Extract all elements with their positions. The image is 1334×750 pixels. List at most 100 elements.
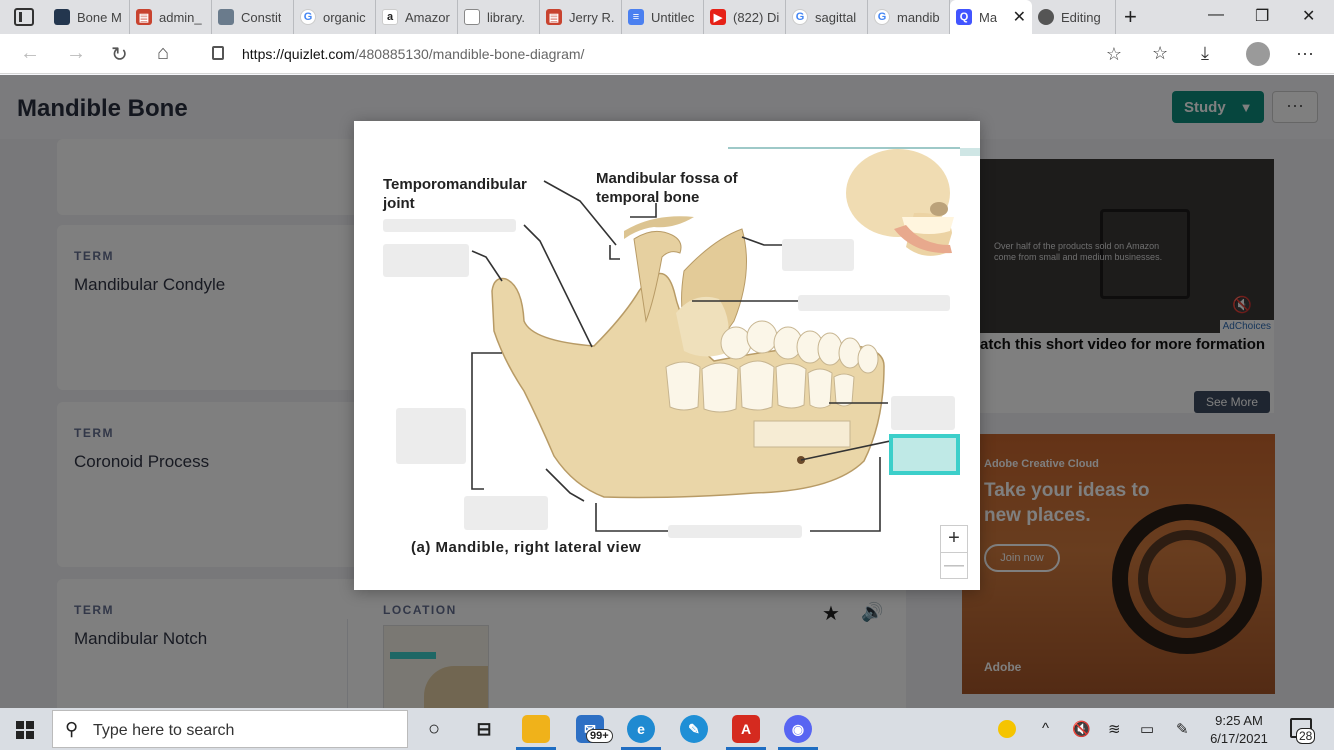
tab-title: Ma <box>979 9 998 25</box>
close-tab-icon[interactable]: ✕ <box>1005 7 1026 27</box>
blank-label[interactable] <box>782 239 854 271</box>
label-mandibular-fossa: Mandibular fossa of temporal bone <box>596 170 738 206</box>
diagram-modal: Temporomandibular joint Mandibular fossa… <box>354 121 980 590</box>
edge-icon[interactable]: e <box>627 715 655 743</box>
cortana-icon[interactable]: ○ <box>420 715 448 743</box>
tab[interactable]: Editing <box>1032 0 1116 34</box>
notification-count: 28 <box>1296 728 1316 744</box>
editing-favicon-icon <box>1038 9 1054 25</box>
tab-active[interactable]: Q Ma ✕ <box>950 0 1032 34</box>
downloads-icon[interactable]: ⤓ <box>1201 43 1209 64</box>
tab[interactable]: Constit <box>212 0 294 34</box>
tab[interactable]: library. <box>458 0 540 34</box>
youtube-favicon-icon: ▶ <box>710 9 726 25</box>
taskbar-search[interactable]: ⚲ Type here to search <box>52 710 408 748</box>
chevron-up-icon[interactable]: ^ <box>1042 720 1049 737</box>
window-close-icon[interactable]: ✕ <box>1302 6 1315 26</box>
acrobat-icon[interactable]: A <box>732 715 760 743</box>
add-favorite-icon[interactable]: ☆ <box>1106 44 1122 65</box>
tab-actions-menu-icon[interactable] <box>14 8 34 26</box>
tab[interactable]: G sagittal <box>786 0 868 34</box>
profile-avatar[interactable] <box>1246 42 1270 66</box>
blank-label[interactable] <box>891 396 955 430</box>
blank-label[interactable] <box>668 525 802 538</box>
label-temporomandibular-joint: Temporomandibular joint <box>383 176 527 212</box>
diagram-caption: (a) Mandible, right lateral view <box>411 539 642 556</box>
forward-icon[interactable]: → <box>66 42 86 65</box>
google-favicon-icon: G <box>874 9 890 25</box>
pen-app-icon[interactable]: ✎ <box>680 715 708 743</box>
battery-icon[interactable]: ▭ <box>1140 720 1154 738</box>
url-text[interactable]: https://quizlet.com/480885130/mandible-b… <box>242 46 584 62</box>
blank-label[interactable] <box>798 295 950 311</box>
tab-title: mandib <box>897 9 940 25</box>
discord-icon[interactable]: ◉ <box>784 715 812 743</box>
google-favicon-icon: G <box>792 9 808 25</box>
tab-title: library. <box>487 9 526 25</box>
mail-badge: 99+ <box>586 729 613 743</box>
clock-time: 9:25 AM <box>1215 713 1263 728</box>
back-icon[interactable]: ← <box>20 42 40 65</box>
blank-label[interactable] <box>383 244 469 277</box>
tab[interactable]: Bone M <box>48 0 130 34</box>
new-tab-icon[interactable]: + <box>1124 4 1137 30</box>
google-favicon-icon: G <box>300 9 316 25</box>
zoom-control: + — <box>940 525 968 579</box>
tab[interactable]: a Amazor <box>376 0 458 34</box>
file-explorer-icon[interactable] <box>522 715 550 743</box>
bone-favicon-icon <box>54 9 70 25</box>
volume-muted-icon[interactable]: 🔇 <box>1072 720 1091 738</box>
tab-title: Untitlec <box>651 9 695 25</box>
url-path: /480885130/mandible-bone-diagram/ <box>354 46 585 62</box>
taskbar: ⚲ Type here to search ○ ⊟ ✉ 99+ e ✎ A ◉ … <box>0 708 1334 750</box>
clock[interactable]: 9:25 AM 6/17/2021 <box>1206 712 1272 748</box>
quizlet-favicon-icon: Q <box>956 9 972 25</box>
tab[interactable]: ▤ Jerry R. <box>540 0 622 34</box>
tab[interactable]: G organic <box>294 0 376 34</box>
settings-more-icon[interactable]: ··· <box>1296 43 1314 64</box>
clock-date: 6/17/2021 <box>1210 731 1268 746</box>
url-host: https://quizlet.com <box>242 46 355 62</box>
tab-title: Constit <box>241 9 282 25</box>
tab[interactable]: G mandib <box>868 0 950 34</box>
tab-list: Bone M ▤ admin_ Constit G organic a Amaz… <box>48 0 1116 34</box>
minimize-icon[interactable]: — <box>1208 6 1224 24</box>
docs-favicon-icon: ≡ <box>628 9 644 25</box>
home-icon[interactable]: ⌂ <box>157 42 169 65</box>
tooth-roots <box>753 420 851 448</box>
windows-start-icon[interactable] <box>16 721 34 739</box>
tab-strip: Bone M ▤ admin_ Constit G organic a Amaz… <box>0 0 1334 34</box>
blank-label[interactable] <box>464 496 548 530</box>
blank-label[interactable] <box>383 219 516 232</box>
refresh-icon[interactable]: ↻ <box>111 42 128 67</box>
restore-icon[interactable]: ❐ <box>1255 6 1269 26</box>
tab[interactable]: ▶ (822) Di <box>704 0 786 34</box>
blank-label[interactable] <box>396 408 466 464</box>
document-favicon-icon <box>464 9 480 25</box>
task-view-icon[interactable]: ⊟ <box>470 715 498 743</box>
skull-inset-icon <box>846 149 954 256</box>
constitution-favicon-icon <box>218 9 234 25</box>
weather-icon[interactable] <box>998 720 1016 738</box>
tab-title: organic <box>323 9 366 25</box>
pdf-favicon-icon: ▤ <box>546 9 562 25</box>
blank-label-active[interactable] <box>889 434 960 475</box>
tab[interactable]: ▤ admin_ <box>130 0 212 34</box>
pdf-favicon-icon: ▤ <box>136 9 152 25</box>
tab-title: Amazor <box>405 9 450 25</box>
tab-title: Jerry R. <box>569 9 615 25</box>
search-icon: ⚲ <box>65 719 79 739</box>
tab-title: sagittal <box>815 9 857 25</box>
tab-title: (822) Di <box>733 9 779 25</box>
favorites-icon[interactable]: ☆ <box>1152 43 1168 64</box>
lock-icon[interactable] <box>212 46 224 60</box>
tab-title: admin_ <box>159 9 202 25</box>
wifi-icon[interactable]: ≋ <box>1108 720 1121 738</box>
zoom-in-button[interactable]: + <box>941 526 967 552</box>
tab[interactable]: ≡ Untitlec <box>622 0 704 34</box>
pen-tray-icon[interactable]: ✎ <box>1176 720 1189 738</box>
browser-toolbar: ← → ↻ ⌂ https://quizlet.com/480885130/ma… <box>0 34 1334 74</box>
zoom-out-button[interactable]: — <box>941 552 967 578</box>
address-bar[interactable]: https://quizlet.com/480885130/mandible-b… <box>198 38 1134 70</box>
diagram-top-tab <box>960 148 980 156</box>
